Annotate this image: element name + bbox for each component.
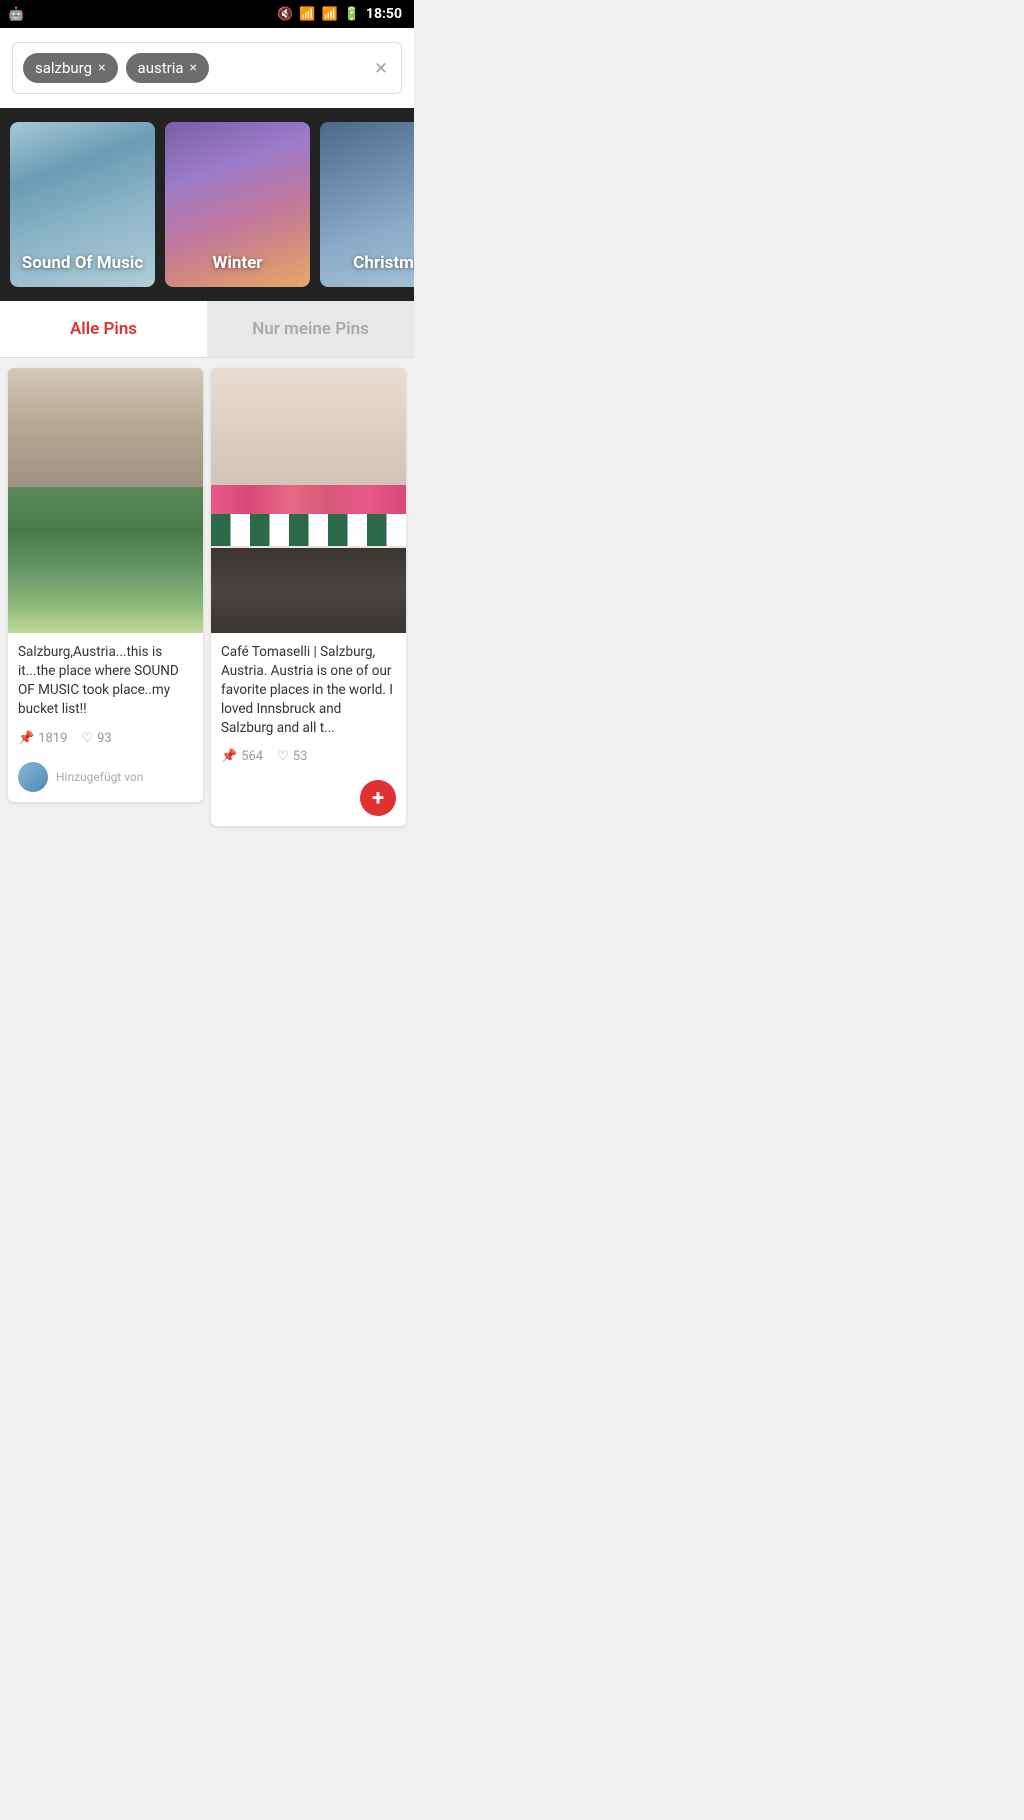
category-christmas[interactable]: Christmas: [320, 122, 414, 287]
pin-meta-salzburg: 📌 1819 ♡ 93: [8, 725, 203, 756]
repin-icon: 📌: [18, 731, 34, 746]
category-bar: Sound Of Music Winter Christmas: [0, 108, 414, 301]
pin-repins-cafe: 📌 564: [221, 749, 263, 764]
pin-text-salzburg: Salzburg,Austria...this is it...the plac…: [8, 633, 203, 725]
pin-likes-cafe: ♡ 53: [277, 749, 307, 764]
heart-icon-cafe: ♡: [277, 749, 289, 764]
pin-footer-cafe: +: [211, 774, 406, 826]
search-area: salzburg × austria × ×: [0, 28, 414, 108]
pin-image-salzburg: [8, 368, 203, 633]
category-label-sound: Sound Of Music: [10, 253, 155, 273]
status-bar: 🤖 🔇 📶 📶 🔋 18:50: [0, 0, 414, 28]
salzburg-garden-layer: [8, 487, 203, 633]
cafe-awning-layer: [211, 514, 406, 546]
pin-avatar-salzburg: [18, 762, 48, 792]
pin-repins-salzburg: 📌 1819: [18, 731, 67, 746]
pin-card-salzburg[interactable]: Salzburg,Austria...this is it...the plac…: [8, 368, 203, 802]
pin-add-button[interactable]: +: [360, 780, 396, 816]
tabs: Alle Pins Nur meine Pins: [0, 301, 414, 358]
pin-likes-salzburg: ♡ 93: [81, 731, 111, 746]
repin-icon-cafe: 📌: [221, 749, 237, 764]
status-left: 🤖: [8, 7, 24, 22]
pin-card-cafe[interactable]: Café Tomaselli | Salzburg, Austria. Aust…: [211, 368, 406, 826]
pin-column-left: Salzburg,Austria...this is it...the plac…: [8, 368, 203, 826]
category-label-christmas: Christmas: [320, 253, 414, 273]
pin-text-cafe: Café Tomaselli | Salzburg, Austria. Aust…: [211, 633, 406, 743]
category-winter[interactable]: Winter: [165, 122, 310, 287]
pin-image-cafe: [211, 368, 406, 633]
search-box[interactable]: salzburg × austria × ×: [12, 42, 402, 94]
mute-icon: 🔇: [277, 7, 293, 22]
category-sound-of-music[interactable]: Sound Of Music: [10, 122, 155, 287]
pin-meta-cafe: 📌 564 ♡ 53: [211, 743, 406, 774]
tag-label: salzburg: [35, 59, 92, 77]
app-icon: 🤖: [8, 7, 24, 22]
status-right: 🔇 📶 📶 🔋 18:50: [277, 6, 402, 22]
pin-added-label-salzburg: Hinzugefügt von: [56, 770, 143, 784]
tag-salzburg[interactable]: salzburg ×: [23, 53, 118, 83]
tag-remove-austria[interactable]: ×: [190, 60, 197, 76]
wifi-icon: 📶: [299, 7, 315, 22]
heart-icon: ♡: [81, 731, 93, 746]
signal-icon: 📶: [322, 7, 338, 22]
salzburg-castle-layer: [8, 368, 203, 487]
cafe-bottom-layer: [211, 548, 406, 633]
pins-grid: Salzburg,Austria...this is it...the plac…: [0, 358, 414, 836]
search-clear-button[interactable]: ×: [371, 52, 391, 85]
pin-footer-salzburg: Hinzugefügt von: [8, 756, 203, 802]
clock: 18:50: [366, 6, 402, 22]
category-label-winter: Winter: [165, 253, 310, 273]
tag-label: austria: [138, 59, 184, 77]
pin-column-right: Café Tomaselli | Salzburg, Austria. Aust…: [211, 368, 406, 826]
tag-austria[interactable]: austria ×: [126, 53, 209, 83]
tab-nur-meine-pins[interactable]: Nur meine Pins: [207, 301, 414, 357]
tag-remove-salzburg[interactable]: ×: [98, 60, 105, 76]
tab-alle-pins[interactable]: Alle Pins: [0, 301, 207, 357]
battery-icon: 🔋: [344, 7, 360, 22]
